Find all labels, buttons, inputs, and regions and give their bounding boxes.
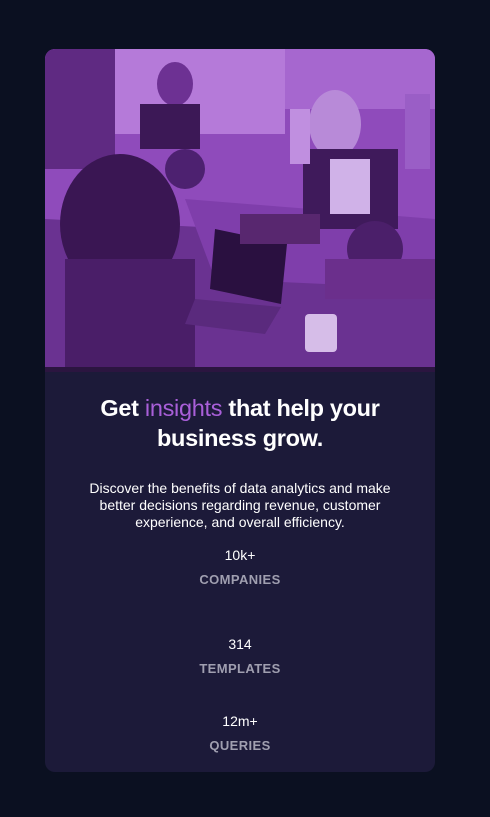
card-description: Discover the benefits of data analytics … xyxy=(89,480,391,530)
stat-value: 10k+ xyxy=(224,547,256,563)
heading-text-before: Get xyxy=(100,395,145,421)
stat-queries: 12m+ QUERIES xyxy=(69,699,411,772)
heading-accent-text: insights xyxy=(144,395,223,421)
insights-card: Get insights that help your business gro… xyxy=(45,49,435,772)
stat-companies: 10k+ COMPANIES xyxy=(69,545,411,622)
stat-value: 314 xyxy=(228,636,252,652)
card-content: Get insights that help your business gro… xyxy=(45,372,435,772)
stat-label: COMPANIES xyxy=(199,572,281,587)
stat-value: 12m+ xyxy=(222,713,258,729)
stat-label: QUERIES xyxy=(209,738,271,753)
stat-label: TEMPLATES xyxy=(199,661,281,676)
card-heading: Get insights that help your business gro… xyxy=(75,393,405,453)
office-photo xyxy=(45,49,435,372)
stats-list: 10k+ COMPANIES 314 TEMPLATES 12m+ QUERIE… xyxy=(69,545,411,772)
hero-image xyxy=(45,49,435,372)
stat-templates: 314 TEMPLATES xyxy=(69,622,411,699)
